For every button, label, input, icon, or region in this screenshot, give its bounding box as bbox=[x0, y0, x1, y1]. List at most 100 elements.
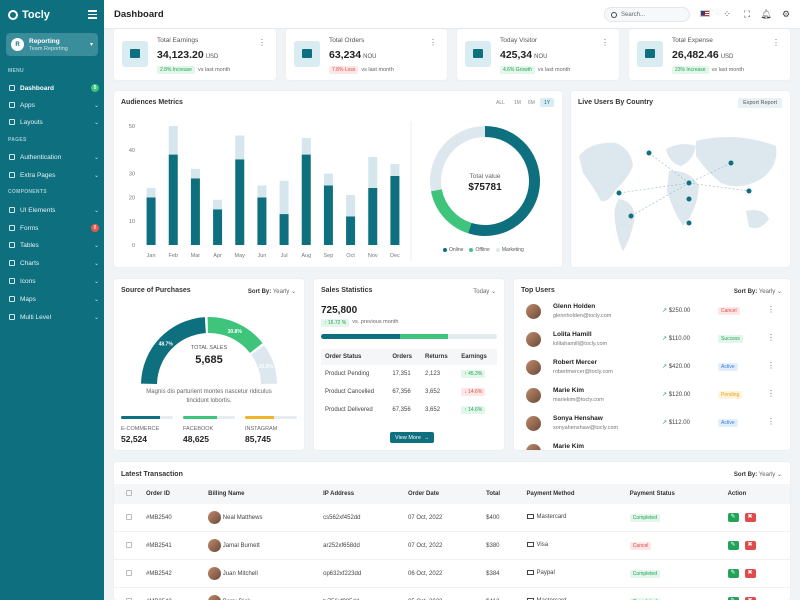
bell-icon[interactable]: 🔔︎ bbox=[760, 9, 771, 19]
sidebar-item-label: Layouts bbox=[20, 118, 43, 126]
more-options-icon[interactable]: ⋮ bbox=[767, 389, 775, 398]
card-title: Source of Purchases bbox=[121, 287, 191, 294]
sales-progress-bar bbox=[321, 334, 497, 339]
list-item[interactable]: Robert Mercer robertmercer@tocly.com ↗ $… bbox=[526, 358, 782, 378]
gauge-value: 5,685 bbox=[195, 354, 223, 366]
delete-button[interactable]: ✖ bbox=[744, 513, 756, 522]
apps-grid-icon[interactable]: ⁘ bbox=[722, 9, 732, 19]
order-id: #MB2542 bbox=[146, 570, 172, 577]
more-options-icon[interactable]: ⋮ bbox=[429, 38, 437, 47]
view-more-button[interactable]: View More → bbox=[390, 432, 435, 443]
list-item[interactable]: Glenn Holden glennholden@tocly.com ↗ $25… bbox=[526, 302, 782, 322]
edit-button[interactable]: ✎ bbox=[727, 541, 739, 550]
select-all-checkbox[interactable] bbox=[126, 490, 132, 496]
stat-label: Total Expense bbox=[672, 37, 713, 44]
edit-button[interactable]: ✎ bbox=[727, 569, 739, 578]
bar-series-2 bbox=[390, 164, 400, 176]
sidebar-item-icons[interactable]: Icons ⌄ bbox=[9, 275, 99, 287]
menu-toggle-icon[interactable] bbox=[88, 10, 97, 21]
sidebar-item-label: UI Elements bbox=[20, 206, 56, 214]
avatar bbox=[526, 416, 541, 431]
delete-button[interactable]: ✖ bbox=[744, 569, 756, 578]
row-checkbox[interactable] bbox=[126, 541, 132, 548]
sidebar-item-layouts[interactable]: Layouts ⌄ bbox=[9, 116, 99, 128]
user-email: glennholden@tocly.com bbox=[553, 313, 612, 319]
card-title: Top Users bbox=[521, 287, 555, 294]
bar-series-2 bbox=[190, 168, 200, 179]
sidebar-item-extra-pages[interactable]: Extra Pages ⌄ bbox=[9, 169, 99, 181]
y-tick-label: 30 bbox=[129, 172, 135, 178]
sidebar-item-tables[interactable]: Tables ⌄ bbox=[9, 239, 99, 251]
sidebar-item-label: Multi Level bbox=[20, 313, 52, 321]
order-total: $412 bbox=[482, 588, 522, 600]
list-item[interactable]: Sonya Henshaw sonyahenshaw@tocly.com ↗ $… bbox=[526, 414, 782, 434]
column-header: Orders bbox=[388, 349, 422, 365]
table-header-row: Order ID Billing Name IP Address Order Date… bbox=[114, 484, 790, 504]
fullscreen-icon[interactable]: ⛶ bbox=[742, 9, 752, 19]
sidebar-item-dashboard[interactable]: Dashboard 5 bbox=[9, 82, 99, 94]
delete-button[interactable]: ✖ bbox=[744, 541, 756, 550]
more-options-icon[interactable]: ⋮ bbox=[767, 417, 775, 426]
edit-button[interactable]: ✎ bbox=[727, 513, 739, 522]
tables-icon bbox=[9, 242, 15, 248]
bar-series-1 bbox=[146, 197, 156, 245]
more-options-icon[interactable]: ⋮ bbox=[772, 38, 780, 47]
column-header: Total bbox=[482, 484, 523, 504]
app-logo[interactable]: Tocly bbox=[8, 9, 50, 21]
sidebar-item-multi-level[interactable]: Multi Level ⌄ bbox=[9, 311, 99, 323]
bar-series-2 bbox=[346, 195, 356, 217]
sidebar-item-authentication[interactable]: Authentication ⌄ bbox=[9, 151, 99, 163]
chevron-down-icon: ⌄ bbox=[93, 172, 99, 179]
sidebar-item-forms[interactable]: Forms 8 bbox=[9, 222, 99, 234]
gear-icon[interactable]: ⚙ bbox=[781, 9, 791, 19]
user-status bbox=[718, 447, 724, 449]
table-row: Product Pending 17,351 2,123 ↑ 45.3% bbox=[321, 365, 497, 383]
avatar bbox=[526, 332, 541, 347]
sidebar-item-charts[interactable]: Charts ⌄ bbox=[9, 257, 99, 269]
sort-by-dropdown[interactable]: Sort By: Yearly ⌄ bbox=[734, 288, 782, 295]
row-checkbox[interactable] bbox=[126, 569, 132, 576]
pages-icon bbox=[9, 172, 15, 178]
period-dropdown[interactable]: Today ⌄ bbox=[473, 288, 496, 295]
user-amount: ↗ $420.00 bbox=[662, 364, 691, 370]
more-options-icon[interactable]: ⋮ bbox=[258, 38, 266, 47]
charts-icon bbox=[9, 260, 15, 266]
export-report-button[interactable]: Export Report bbox=[738, 98, 782, 108]
list-item[interactable]: Marie Kim mariekim@tocly.com ↗ $120.00 P… bbox=[526, 386, 782, 406]
workspace-switcher[interactable]: R Reporting Team Reporting ▾ bbox=[6, 33, 98, 56]
dashboard-icon bbox=[9, 85, 15, 91]
column-header: Order Date bbox=[404, 484, 483, 504]
more-options-icon[interactable]: ⋮ bbox=[767, 361, 775, 370]
ip-address: ty756xf985dd bbox=[319, 588, 404, 600]
sort-by-dropdown[interactable]: Sort By: Yearly ⌄ bbox=[734, 471, 782, 478]
sidebar-item-label: Dashboard bbox=[20, 84, 54, 92]
list-item[interactable]: Marie Kim bbox=[526, 442, 782, 450]
legend-marketing: Marketing bbox=[495, 247, 524, 253]
user-name: Sonya Henshaw bbox=[553, 415, 603, 422]
source-value: 85,745 bbox=[245, 434, 271, 444]
world-map bbox=[579, 137, 777, 251]
earnings-badge: ↑ 45.3% bbox=[461, 370, 486, 378]
more-options-icon[interactable]: ⋮ bbox=[601, 38, 609, 47]
sidebar-item-apps[interactable]: Apps ⌄ bbox=[9, 99, 99, 111]
stat-label: Total Orders bbox=[329, 37, 365, 44]
payment-status: Completed bbox=[629, 569, 660, 578]
list-item[interactable]: Lolita Hamill lolitahamill@tocly.com ↗ $… bbox=[526, 330, 782, 350]
column-header: IP Address bbox=[319, 484, 405, 504]
row-checkbox[interactable] bbox=[126, 513, 132, 520]
sidebar-item-maps[interactable]: Maps ⌄ bbox=[9, 293, 99, 305]
search-input[interactable]: Search... bbox=[604, 7, 690, 22]
table-row: #MB2543 Barry Dickty756xf985dd05 Oct, 20… bbox=[114, 588, 790, 600]
more-options-icon[interactable]: ⋮ bbox=[767, 305, 775, 314]
order-date: 07 Oct, 2022 bbox=[408, 514, 443, 521]
stat-card-earnings: Total Earnings 34,123.20 USD 2.8% Increas… bbox=[114, 29, 276, 80]
more-options-icon[interactable]: ⋮ bbox=[767, 333, 775, 342]
bar-series-1 bbox=[323, 185, 333, 245]
card-title: Sales Statistics bbox=[321, 287, 373, 294]
sidebar-item-ui-elements[interactable]: UI Elements ⌄ bbox=[9, 204, 99, 216]
sort-by-dropdown[interactable]: Sort By: Yearly ⌄ bbox=[248, 288, 296, 295]
section-components: COMPONENTS bbox=[8, 189, 47, 195]
language-flag-icon[interactable] bbox=[700, 10, 710, 17]
search-placeholder: Search... bbox=[621, 11, 646, 18]
stat-value: 425,34 NOU bbox=[500, 49, 548, 61]
